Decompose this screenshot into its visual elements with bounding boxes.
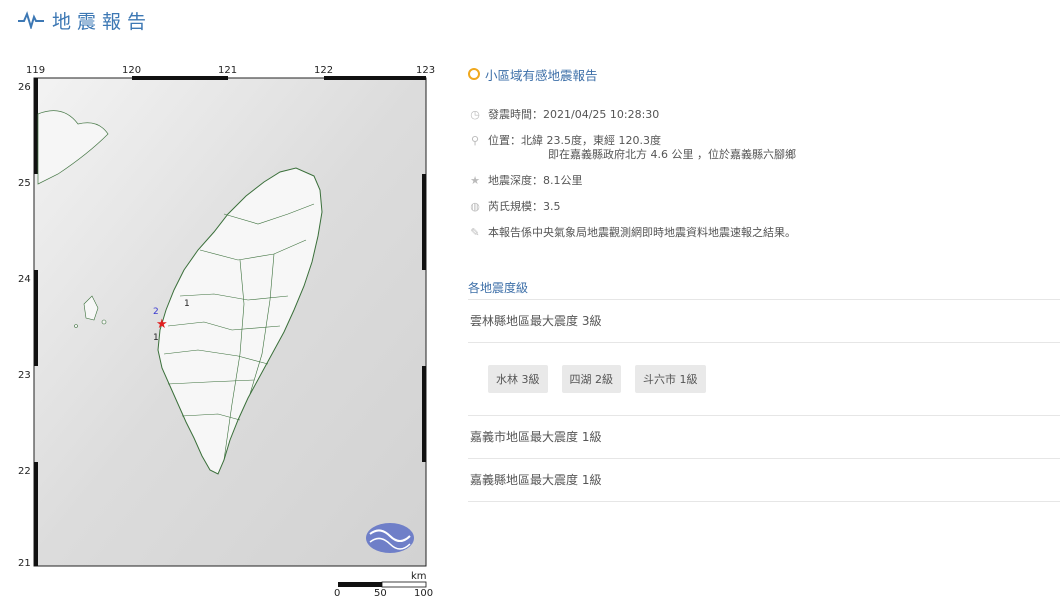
wrench-icon: ✎ xyxy=(470,226,480,239)
lon-label: 122 xyxy=(314,65,333,76)
station-list: 水林 3級 四湖 2級 斗六市 1級 xyxy=(468,342,1060,415)
detail-location: ⚲ 位置：北緯 23.5度，東經 120.3度 即在嘉義縣政府北方 4.6 公里… xyxy=(468,134,1060,162)
lat-label: 21 xyxy=(18,558,31,569)
depth-text: 地震深度：8.1公里 xyxy=(488,174,583,187)
location-detail-text: 即在嘉義縣政府北方 4.6 公里 ，位於嘉義縣六腳鄉 xyxy=(548,148,796,161)
intensity-label: 1 xyxy=(184,299,190,309)
magnitude-icon: ◍ xyxy=(470,200,480,213)
region-label: 嘉義縣地區最大震度 1級 xyxy=(470,473,602,487)
magnitude-text: 芮氏規模：3.5 xyxy=(488,200,561,213)
region-row[interactable]: 嘉義縣地區最大震度 1級 xyxy=(468,458,1060,501)
station-chip[interactable]: 斗六市 1級 xyxy=(635,365,706,393)
lon-label: 123 xyxy=(416,65,435,76)
intensity-label: 1 xyxy=(153,333,159,343)
page-title: 地震報告 xyxy=(52,10,153,33)
star-icon: ★ xyxy=(470,174,480,187)
scale-tick: 0 xyxy=(334,588,340,596)
lat-label: 22 xyxy=(18,466,31,477)
divider xyxy=(468,501,1060,502)
region-row[interactable]: 嘉義市地區最大震度 1級 xyxy=(468,415,1060,458)
scale-tick: 100 xyxy=(414,588,433,596)
lon-label: 121 xyxy=(218,65,237,76)
scale-bar-light xyxy=(381,581,427,588)
clock-icon: ◷ xyxy=(470,108,480,121)
page-header: 地震報告 xyxy=(18,6,152,34)
lat-label: 25 xyxy=(18,178,31,189)
region-label: 嘉義市地區最大震度 1級 xyxy=(470,430,602,444)
bullet-ring-icon xyxy=(468,68,480,80)
scale-bar-dark xyxy=(338,582,382,587)
station-chip[interactable]: 四湖 2級 xyxy=(561,365,621,393)
lat-label: 23 xyxy=(18,370,31,381)
detail-note: ✎ 本報告係中央氣象局地震觀測網即時地震資料地震速報之結果。 xyxy=(468,226,1060,240)
report-details: ◷ 發震時間：2021/04/25 10:28:30 ⚲ 位置：北緯 23.5度… xyxy=(468,108,1060,240)
region-label: 雲林縣地區最大震度 3級 xyxy=(470,314,602,328)
report-panel: 小區域有感地震報告 ◷ 發震時間：2021/04/25 10:28:30 ⚲ 位… xyxy=(468,62,1060,502)
scale-unit: km xyxy=(411,571,427,582)
detail-time: ◷ 發震時間：2021/04/25 10:28:30 xyxy=(468,108,1060,122)
epicenter-star-icon: ★ xyxy=(156,317,168,332)
lon-label: 120 xyxy=(122,65,141,76)
lat-label: 24 xyxy=(18,274,31,285)
earthquake-map: 119 120 121 122 123 26 25 24 23 22 21 2 … xyxy=(18,64,438,596)
detail-magnitude: ◍ 芮氏規模：3.5 xyxy=(468,200,1060,214)
location-text: 位置：北緯 23.5度，東經 120.3度 xyxy=(488,134,661,147)
intensity-section-title: 各地震度級 xyxy=(468,281,529,295)
report-heading-text: 小區域有感地震報告 xyxy=(485,67,598,83)
region-row[interactable]: 雲林縣地區最大震度 3級 xyxy=(468,299,1060,342)
detail-depth: ★ 地震深度：8.1公里 xyxy=(468,174,1060,188)
lon-label: 119 xyxy=(26,65,45,76)
intensity-label: 2 xyxy=(153,307,159,317)
note-text: 本報告係中央氣象局地震觀測網即時地震資料地震速報之結果。 xyxy=(488,226,796,239)
time-text: 發震時間：2021/04/25 10:28:30 xyxy=(488,108,660,121)
cwb-logo-icon xyxy=(366,523,414,553)
pin-icon: ⚲ xyxy=(470,134,480,147)
seismograph-icon xyxy=(18,11,44,29)
report-heading: 小區域有感地震報告 xyxy=(468,62,1060,86)
map-svg: 119 120 121 122 123 26 25 24 23 22 21 2 … xyxy=(18,65,435,596)
lat-label: 26 xyxy=(18,82,31,93)
station-chip[interactable]: 水林 3級 xyxy=(488,365,548,393)
scale-tick: 50 xyxy=(374,588,387,596)
